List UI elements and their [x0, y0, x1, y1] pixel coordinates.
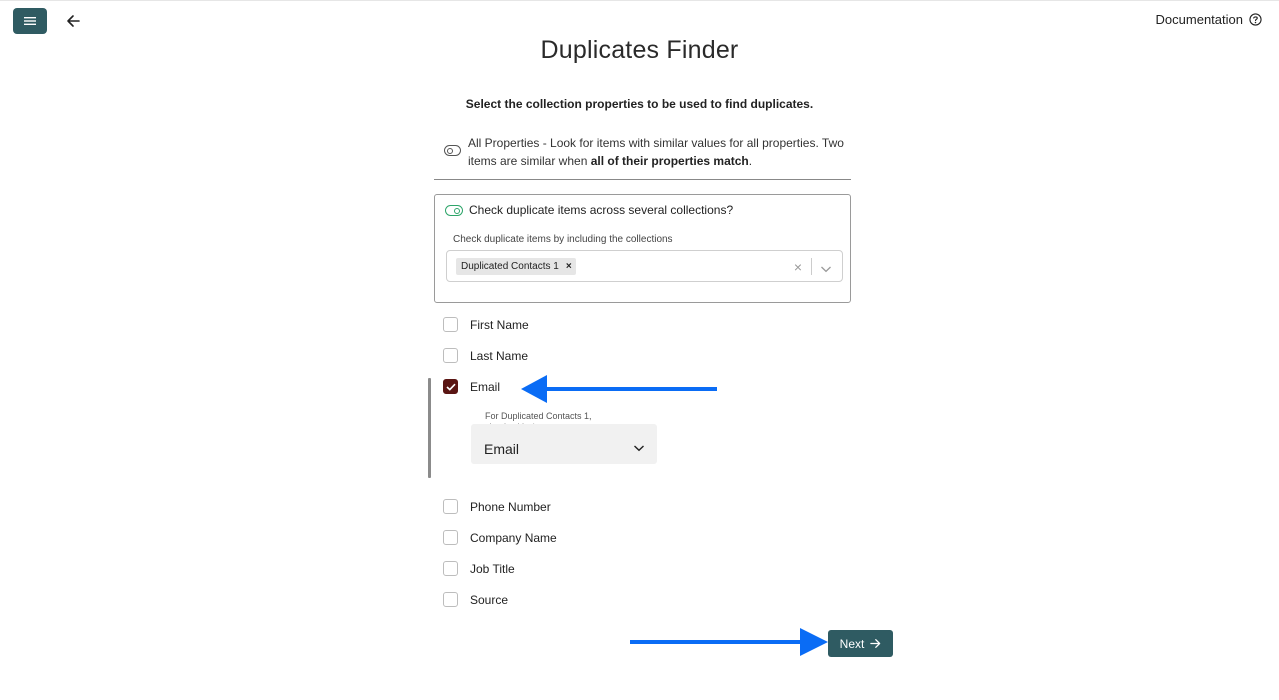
- all-properties-toggle[interactable]: [444, 145, 461, 156]
- next-button[interactable]: Next: [828, 630, 893, 657]
- page-title: Duplicates Finder: [540, 36, 739, 64]
- arrow-left-icon: [67, 15, 80, 27]
- annotation-arrow-right-icon: [630, 628, 828, 656]
- all-properties-text-end: .: [748, 154, 753, 168]
- first-name-checkbox[interactable]: [443, 317, 458, 332]
- all-properties-text-bold: all of their properties match: [590, 154, 749, 168]
- source-label: Source: [470, 592, 509, 607]
- company-name-label: Company Name: [470, 530, 557, 545]
- arrow-right-icon: [870, 639, 881, 648]
- job-title-checkbox[interactable]: [443, 561, 458, 576]
- menu-button[interactable]: [13, 8, 47, 34]
- job-title-label: Job Title: [470, 561, 515, 576]
- hamburger-icon: [24, 17, 36, 25]
- select-separator: [811, 258, 812, 275]
- annotation-arrow-left-icon: [521, 375, 717, 403]
- property-phone-number: Phone Number: [443, 499, 551, 514]
- check-icon: [445, 383, 456, 391]
- next-label: Next: [839, 636, 865, 651]
- chevron-down-icon[interactable]: [820, 260, 832, 278]
- collections-multiselect[interactable]: Duplicated Contacts 1 × ×: [446, 250, 843, 282]
- last-name-label: Last Name: [470, 348, 529, 363]
- collections-toggle-label: Check duplicate items across several col…: [469, 203, 734, 217]
- all-properties-option: All Properties - Look for items with sim…: [444, 134, 854, 170]
- divider: [434, 179, 851, 180]
- page-subtitle: Select the collection properties to be u…: [465, 97, 814, 111]
- email-options-indicator: [428, 378, 431, 478]
- collections-panel: Check duplicate items across several col…: [434, 194, 851, 303]
- last-name-checkbox[interactable]: [443, 348, 458, 363]
- email-mapping-select[interactable]: Email: [471, 424, 657, 464]
- property-source: Source: [443, 592, 508, 607]
- email-label: Email: [470, 379, 501, 394]
- phone-number-label: Phone Number: [470, 499, 551, 514]
- collections-field-label: Check duplicate items by including the c…: [453, 234, 673, 245]
- chevron-down-icon: [633, 439, 645, 457]
- back-button[interactable]: [62, 10, 84, 32]
- property-job-title: Job Title: [443, 561, 515, 576]
- collection-chip-label: Duplicated Contacts 1: [461, 261, 559, 272]
- documentation-label: Documentation: [1155, 12, 1243, 27]
- clear-icon[interactable]: ×: [794, 259, 802, 275]
- company-name-checkbox[interactable]: [443, 530, 458, 545]
- all-properties-description: All Properties - Look for items with sim…: [468, 134, 854, 170]
- collections-toggle[interactable]: [445, 205, 463, 216]
- top-border: [0, 0, 1279, 1]
- property-first-name: First Name: [443, 317, 529, 332]
- email-mapping-value: Email: [484, 441, 520, 457]
- documentation-link[interactable]: Documentation: [1156, 12, 1262, 27]
- first-name-label: First Name: [470, 317, 529, 332]
- chip-remove-icon[interactable]: ×: [566, 261, 572, 272]
- property-last-name: Last Name: [443, 348, 528, 363]
- property-email: Email: [443, 379, 500, 394]
- property-company-name: Company Name: [443, 530, 557, 545]
- phone-number-checkbox[interactable]: [443, 499, 458, 514]
- email-checkbox[interactable]: [443, 379, 458, 394]
- collection-chip: Duplicated Contacts 1 ×: [456, 258, 576, 275]
- source-checkbox[interactable]: [443, 592, 458, 607]
- help-circle-icon: [1249, 13, 1262, 26]
